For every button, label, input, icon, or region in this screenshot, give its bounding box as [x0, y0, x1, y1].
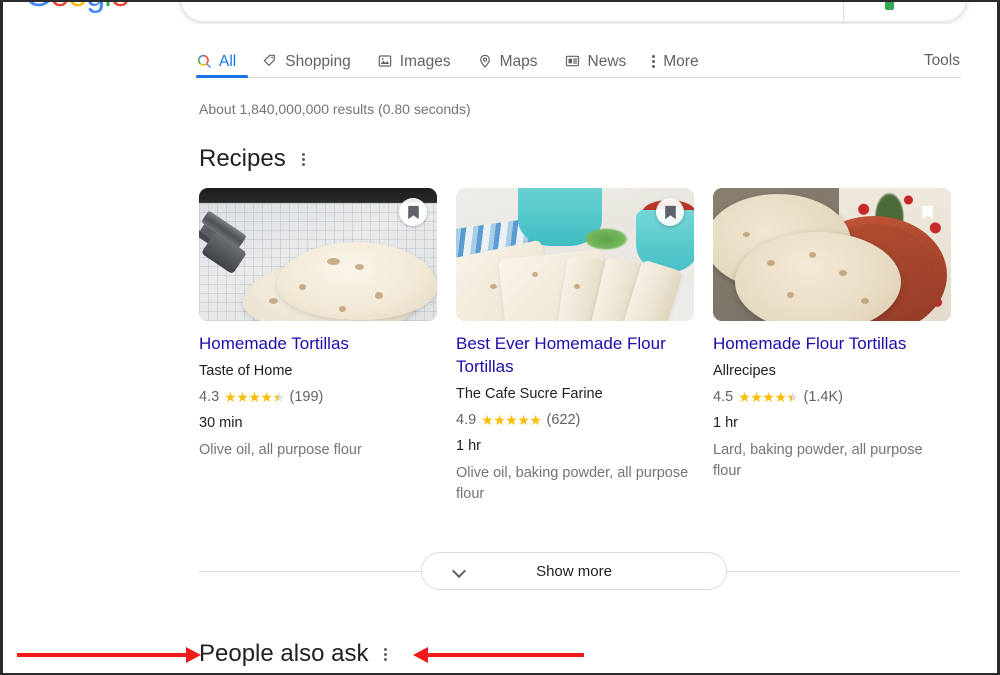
recipe-ingredients: Lard, baking powder, all purpose flour — [713, 442, 923, 479]
tab-news-label: News — [587, 52, 627, 70]
more-vertical-icon — [384, 647, 388, 661]
page-header: Google — [3, 2, 997, 24]
review-count: (622) — [546, 412, 581, 428]
people-also-ask-heading: People also ask — [199, 640, 369, 667]
star-rating-icon: ★ ★ ★ ★ ★ — [738, 389, 799, 405]
newspaper-icon — [565, 55, 579, 67]
tab-all-label: All — [219, 52, 237, 70]
save-recipe-button[interactable] — [399, 198, 427, 226]
logo-letter: o — [50, 2, 69, 14]
more-vertical-icon — [652, 54, 656, 68]
review-count: (199) — [289, 389, 324, 405]
star-rating-icon: ★ ★ ★ ★ ★ — [224, 389, 285, 405]
search-nav-bar: All Shopping Images Maps News More Tools — [3, 42, 997, 80]
recipes-heading: Recipes — [199, 145, 286, 172]
annotation-arrow-left — [413, 647, 584, 663]
search-input[interactable] — [180, 2, 967, 22]
recipe-rating: 4.5 ★ ★ ★ ★ ★ (1.4K) — [713, 387, 951, 407]
tab-images-label: Images — [399, 52, 451, 70]
bookmark-icon — [407, 205, 419, 219]
recipe-rating: 4.9 ★ ★ ★ ★ ★ (622) — [456, 410, 694, 430]
show-more-button[interactable]: Show more — [421, 552, 727, 590]
show-more-label: Show more — [536, 562, 612, 580]
rating-value: 4.9 — [456, 412, 477, 428]
recipe-carousel: Homemade Tortillas Taste of Home 4.3 ★ ★ ★… — [199, 188, 959, 505]
tab-more-label: More — [663, 52, 699, 70]
recipe-source: Allrecipes — [713, 363, 776, 379]
google-search-icon — [198, 54, 211, 68]
tab-news[interactable]: News — [564, 42, 627, 80]
logo-letter: G — [25, 2, 51, 14]
recipe-source: Taste of Home — [199, 363, 293, 379]
search-divider — [843, 2, 844, 21]
active-tab-indicator — [196, 75, 248, 78]
recipe-card[interactable]: Best Ever Homemade Flour Tortillas The C… — [456, 188, 694, 505]
map-pin-icon — [479, 54, 490, 68]
recipe-ingredients: Olive oil, all purpose flour — [199, 442, 362, 458]
logo-letter: o — [68, 2, 87, 14]
recipe-title[interactable]: Best Ever Homemade Flour Tortillas — [456, 332, 694, 378]
recipe-card[interactable]: Homemade Flour Tortillas Allrecipes 4.5 … — [713, 188, 951, 505]
review-count: (1.4K) — [803, 389, 843, 405]
tab-images[interactable]: Images — [377, 42, 451, 80]
tools-button[interactable]: Tools — [924, 42, 960, 80]
rating-value: 4.5 — [713, 389, 734, 405]
bookmark-icon — [664, 205, 676, 219]
recipe-thumbnail[interactable] — [713, 188, 951, 321]
save-recipe-button[interactable] — [656, 198, 684, 226]
browser-viewport: Google All — [3, 2, 997, 673]
chevron-down-icon — [451, 563, 467, 579]
bookmark-icon — [921, 205, 933, 219]
tab-shopping-label: Shopping — [285, 52, 351, 70]
people-also-ask-menu-button[interactable] — [384, 647, 388, 661]
tab-maps[interactable]: Maps — [477, 42, 538, 80]
star-rating-icon: ★ ★ ★ ★ ★ — [481, 412, 542, 428]
tab-maps-label: Maps — [499, 52, 538, 70]
recipe-title[interactable]: Homemade Flour Tortillas — [713, 332, 951, 355]
annotation-arrow-right — [17, 647, 201, 663]
recipe-time: 1 hr — [713, 415, 738, 431]
recipe-thumbnail[interactable] — [199, 188, 437, 321]
tools-label: Tools — [923, 52, 960, 69]
image-icon — [378, 55, 392, 67]
recipe-thumbnail[interactable] — [456, 188, 694, 321]
result-stats: About 1,840,000,000 results (0.80 second… — [199, 101, 471, 117]
tab-more[interactable]: More — [652, 42, 699, 80]
recipe-card[interactable]: Homemade Tortillas Taste of Home 4.3 ★ ★ ★… — [199, 188, 437, 505]
save-recipe-button[interactable] — [915, 200, 939, 224]
recipe-time: 1 hr — [456, 438, 481, 454]
tag-icon — [263, 54, 276, 66]
recipe-title[interactable]: Homemade Tortillas — [199, 332, 437, 355]
recipe-time: 30 min — [199, 415, 243, 431]
recipe-rating: 4.3 ★ ★ ★ ★ ★ (199) — [199, 387, 437, 407]
google-lens-icon[interactable] — [885, 2, 894, 10]
more-vertical-icon — [301, 152, 306, 166]
show-more-divider: Show more — [199, 552, 959, 590]
recipes-menu-button[interactable] — [301, 152, 306, 166]
recipes-section-header: Recipes — [199, 145, 306, 173]
recipe-source: The Cafe Sucre Farine — [456, 386, 603, 402]
people-also-ask-header: People also ask — [199, 640, 388, 668]
rating-value: 4.3 — [199, 389, 220, 405]
logo-letter: g — [86, 2, 105, 14]
logo-letter: e — [111, 2, 130, 14]
recipe-ingredients: Olive oil, baking powder, all purpose fl… — [456, 465, 689, 502]
tab-shopping[interactable]: Shopping — [262, 42, 351, 80]
google-logo[interactable]: Google — [25, 2, 130, 15]
